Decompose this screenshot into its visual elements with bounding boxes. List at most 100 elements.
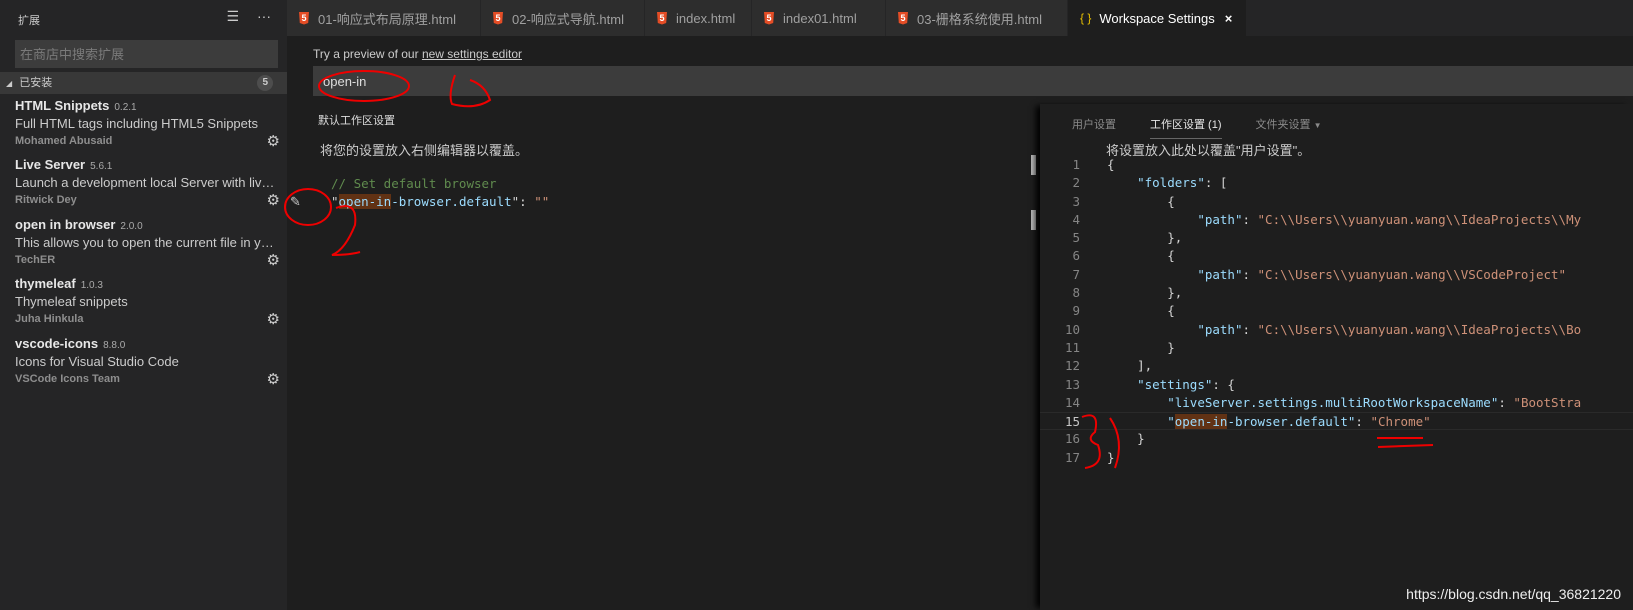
preview-text: Try a preview of our: [313, 47, 422, 61]
line-number: 8: [1072, 285, 1080, 301]
code-line[interactable]: 10 "path": "C:\\Users\\yuanyuan.wang\\Id…: [1040, 321, 1633, 339]
gear-icon[interactable]: ⚙: [267, 370, 280, 388]
extension-item[interactable]: Live Server 5.6.1 Launch a development lo…: [15, 157, 280, 217]
tab-index01[interactable]: 5 index01.html: [752, 0, 886, 36]
scrollbar-marker[interactable]: [1031, 210, 1036, 230]
extension-item[interactable]: open in browser 2.0.0 This allows you to …: [15, 217, 280, 277]
html5-icon: 5: [764, 11, 774, 25]
code-line[interactable]: 7 "path": "C:\\Users\\yuanyuan.wang\\VSC…: [1040, 266, 1633, 284]
scrollbar-marker[interactable]: [1031, 155, 1036, 175]
code-line[interactable]: 11 }: [1040, 339, 1633, 357]
settings-search-input[interactable]: [313, 66, 1633, 96]
html5-icon: 5: [493, 11, 503, 25]
line-text: "path": "C:\\Users\\yuanyuan.wang\\IdeaP…: [1197, 211, 1582, 227]
code-line[interactable]: 9 {: [1040, 302, 1633, 320]
code-line[interactable]: 16 }: [1040, 430, 1633, 448]
default-setting-line[interactable]: "open-in-browser.default": "": [331, 194, 549, 209]
extension-description: Launch a development local Server with l…: [15, 175, 277, 190]
line-text: "liveServer.settings.multiRootWorkspaceN…: [1167, 394, 1582, 410]
line-number: 2: [1072, 175, 1080, 191]
new-settings-editor-link[interactable]: new settings editor: [422, 47, 522, 61]
code-line[interactable]: 15 "open-in-browser.default": "Chrome": [1040, 412, 1633, 431]
tab-03-grid-system[interactable]: 5 03-栅格系统使用.html: [886, 0, 1068, 36]
search-match-highlight: open-in: [338, 194, 392, 209]
default-settings-title: 默认工作区设置: [318, 115, 395, 127]
code-line[interactable]: 4 "path": "C:\\Users\\yuanyuan.wang\\Ide…: [1040, 211, 1633, 229]
gear-icon[interactable]: ⚙: [267, 191, 280, 209]
tab-label: Workspace Settings: [1099, 10, 1215, 26]
extension-name: thymeleaf: [15, 276, 76, 291]
braces-icon: { }: [1080, 11, 1092, 25]
extension-name: Live Server: [15, 157, 86, 172]
extension-name: HTML Snippets: [15, 98, 110, 113]
close-icon[interactable]: ×: [1225, 11, 1233, 26]
line-text: "open-in-browser.default": "Chrome": [1167, 414, 1431, 430]
extension-publisher: TechER: [15, 254, 56, 266]
code-line[interactable]: 3 {: [1040, 193, 1633, 211]
annotation-number-2: [331, 205, 361, 256]
extension-search-input[interactable]: [15, 40, 278, 68]
gear-icon[interactable]: ⚙: [267, 251, 280, 269]
line-number: 17: [1064, 449, 1080, 465]
line-text: "folders": [: [1137, 175, 1228, 191]
extensions-sidebar: 扩展 ☰ ··· ◢ 已安装 5 HTML Snippets 0.2.1 Full…: [0, 0, 287, 610]
tab-workspace-settings[interactable]: { } Workspace Settings ×: [1068, 0, 1248, 36]
extension-publisher: Ritwick Dey: [15, 194, 77, 206]
line-text: "settings": {: [1137, 376, 1235, 392]
tab-label: index.html: [676, 10, 736, 26]
line-number: 4: [1072, 211, 1080, 227]
line-number: 16: [1064, 431, 1080, 447]
extension-item[interactable]: HTML Snippets 0.2.1 Full HTML tags includ…: [15, 98, 280, 158]
editor-tabs: 5 01-响应式布局原理.html 5 02-响应式导航.html 5 index.h…: [287, 0, 1633, 36]
json-editor[interactable]: 1{2 "folders": [3 {4 "path": "C:\\Users\…: [1040, 156, 1633, 467]
tab-label: index01.html: [783, 10, 857, 26]
setting-value: "": [534, 194, 550, 209]
line-number: 6: [1072, 248, 1080, 264]
tab-label: 02-响应式导航.html: [512, 11, 624, 27]
tab-user-settings[interactable]: 用户设置: [1072, 116, 1116, 139]
code-line[interactable]: 5 },: [1040, 229, 1633, 247]
tab-label: 01-响应式布局原理.html: [318, 11, 456, 27]
code-line[interactable]: 8 },: [1040, 284, 1633, 302]
section-label: 已安装: [19, 77, 53, 89]
extension-publisher: VSCode Icons Team: [15, 373, 120, 385]
gear-icon[interactable]: ⚙: [267, 310, 280, 328]
sidebar-title: 扩展: [18, 15, 40, 27]
line-text: ],: [1107, 358, 1153, 374]
extension-description: Icons for Visual Studio Code: [15, 354, 179, 369]
extension-version: 2.0.0: [120, 221, 143, 232]
tab-label: 文件夹设置: [1255, 119, 1311, 131]
line-text: {: [1107, 303, 1175, 319]
extension-name: vscode-icons: [15, 336, 99, 351]
line-text: {: [1107, 157, 1115, 172]
tab-workspace-settings-pane[interactable]: 工作区设置 (1): [1150, 116, 1222, 139]
code-line[interactable]: 13 "settings": {: [1040, 376, 1633, 394]
extension-item[interactable]: vscode-icons 8.8.0 Icons for Visual Studi…: [15, 336, 280, 396]
extension-item[interactable]: thymeleaf 1.0.3 Thymeleaf snippets Juha H…: [15, 276, 280, 336]
code-line[interactable]: 14 "liveServer.settings.multiRootWorkspa…: [1040, 394, 1633, 412]
line-number: 7: [1072, 266, 1080, 282]
code-line[interactable]: 17}: [1040, 449, 1633, 467]
line-text: }: [1107, 431, 1145, 447]
line-text: },: [1107, 230, 1183, 246]
code-line[interactable]: 12 ],: [1040, 357, 1633, 375]
more-actions-icon[interactable]: ···: [257, 8, 271, 25]
extension-version: 1.0.3: [80, 280, 103, 291]
code-line[interactable]: 6 {: [1040, 247, 1633, 265]
tab-01-responsive-layout[interactable]: 5 01-响应式布局原理.html: [287, 0, 481, 36]
edit-pencil-icon[interactable]: ✎: [290, 194, 301, 210]
extension-version: 0.2.1: [114, 102, 137, 113]
tab-folder-settings[interactable]: 文件夹设置 ▼: [1256, 116, 1322, 139]
tab-index[interactable]: 5 index.html: [645, 0, 752, 36]
default-settings-hint: 将您的设置放入右侧编辑器以覆盖。: [320, 143, 529, 158]
code-line[interactable]: 1{: [1040, 156, 1633, 174]
gear-icon[interactable]: ⚙: [267, 132, 280, 150]
clear-extensions-icon[interactable]: ☰: [226, 8, 239, 25]
chevron-down-icon: ▼: [1313, 121, 1322, 130]
line-number: 10: [1064, 321, 1080, 337]
tab-02-responsive-nav[interactable]: 5 02-响应式导航.html: [481, 0, 645, 36]
installed-section-header[interactable]: ◢ 已安装 5: [0, 72, 287, 94]
preview-banner: Try a preview of our new settings editor: [313, 47, 522, 61]
code-line[interactable]: 2 "folders": [: [1040, 174, 1633, 192]
line-number: 11: [1064, 339, 1080, 355]
